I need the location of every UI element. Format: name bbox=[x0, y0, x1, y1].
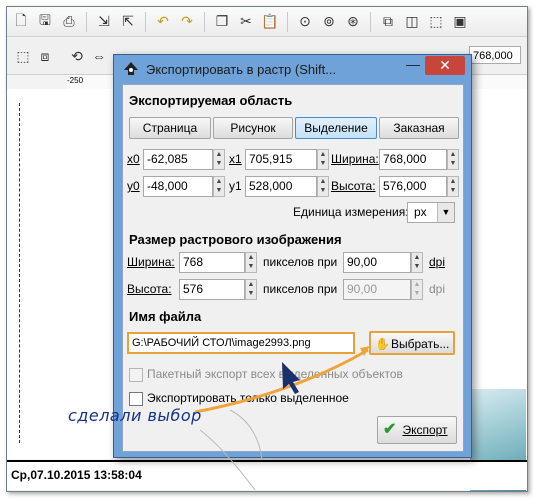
ruler-mark: -250 bbox=[67, 76, 84, 85]
group-icon[interactable]: ▣ bbox=[450, 12, 470, 32]
toolbar-divider bbox=[204, 11, 205, 32]
rotate-icon[interactable]: ⟲ bbox=[67, 46, 87, 66]
undo-icon[interactable]: ↶ bbox=[153, 12, 173, 32]
bitmap-height-label: Высота: bbox=[127, 282, 172, 296]
area-width-label: Ширина: bbox=[331, 152, 379, 166]
redo-icon[interactable]: ↷ bbox=[177, 12, 197, 32]
status-datetime: Ср,07.10.2015 13:58:04 bbox=[11, 468, 142, 482]
pixels-at-label-2: пикселов при bbox=[263, 282, 338, 296]
y0-label: y0 bbox=[127, 179, 140, 193]
dpi-input-disabled: 90,00 bbox=[343, 279, 411, 300]
zoom-drawing-icon[interactable]: ⊚ bbox=[319, 12, 339, 32]
area-height-label: Высота: bbox=[331, 179, 376, 193]
dialog-body: Экспортируемая область Страница Рисунок … bbox=[122, 84, 464, 452]
save-icon[interactable]: 🖫 bbox=[35, 12, 55, 32]
minimize-button[interactable]: — bbox=[401, 57, 425, 75]
y1-spinner[interactable]: ▲ ▼ bbox=[317, 176, 329, 197]
toolbar-divider bbox=[287, 11, 288, 32]
area-page-button[interactable]: Страница bbox=[129, 117, 211, 139]
cut-icon[interactable]: ✂ bbox=[236, 12, 256, 32]
status-bar: Ср,07.10.2015 13:58:04 bbox=[7, 460, 527, 490]
chevron-down-icon: ▼ bbox=[437, 203, 454, 222]
area-custom-button[interactable]: Заказная bbox=[379, 117, 459, 139]
area-drawing-button[interactable]: Рисунок bbox=[213, 117, 293, 139]
bitmap-width-input[interactable]: 768 bbox=[179, 252, 245, 273]
dpi-unit: dpi bbox=[429, 255, 446, 269]
area-width-input[interactable]: 768,000 bbox=[379, 149, 447, 170]
dialog-title: Экспортировать в растр (Shift... bbox=[146, 61, 337, 77]
x1-label: x1 bbox=[229, 152, 242, 166]
bitmap-size-heading: Размер растрового изображения bbox=[129, 232, 342, 247]
area-width-spinner[interactable]: ▲ ▼ bbox=[447, 149, 459, 170]
selected-only-label: Экспортировать только выделенное bbox=[147, 391, 349, 405]
dialog-titlebar[interactable]: Экспортировать в растр (Shift... — ✕ bbox=[114, 55, 471, 83]
units-value: px bbox=[414, 205, 427, 219]
inkscape-icon bbox=[122, 60, 140, 78]
dpi-spinner-disabled: ▲ ▼ bbox=[411, 279, 423, 300]
x1-spinner[interactable]: ▲ ▼ bbox=[317, 149, 329, 170]
new-doc-icon[interactable]: 🗋 bbox=[11, 12, 31, 32]
close-button[interactable]: ✕ bbox=[425, 56, 465, 75]
zoom-page-icon[interactable]: ⊛ bbox=[343, 12, 363, 32]
dpi-spinner[interactable]: ▲ ▼ bbox=[411, 252, 423, 273]
browse-label: Выбрать... bbox=[391, 337, 450, 351]
x1-input[interactable]: 705,915 bbox=[245, 149, 317, 170]
batch-export-label: Пакетный экспорт всех выделенных объекто… bbox=[147, 367, 403, 381]
area-selection-button[interactable]: Выделение bbox=[295, 117, 377, 139]
export-button[interactable]: ✔ Экспорт bbox=[377, 416, 457, 444]
x0-spinner[interactable]: ▲ ▼ bbox=[213, 149, 225, 170]
flip-icon[interactable]: ⇔ bbox=[89, 46, 109, 66]
y1-label: y1 bbox=[229, 179, 242, 193]
filename-heading: Имя файла bbox=[129, 309, 202, 324]
units-select[interactable]: px ▼ bbox=[407, 202, 455, 223]
dpi-input[interactable]: 90,00 bbox=[343, 252, 411, 273]
annotation-text: сделали выбор bbox=[68, 406, 202, 425]
main-toolbar: 🗋 🖫 ⎙ ⇲ ⇱ ↶ ↷ ❐ ✂ 📋 ⊙ ⊚ ⊛ ⧉ ◫ ⬚ ▣ bbox=[7, 7, 527, 37]
filename-input[interactable]: G:\РАБОЧИЙ СТОЛ\image2993.png bbox=[127, 332, 355, 354]
y0-spinner[interactable]: ▲ ▼ bbox=[213, 176, 225, 197]
export-dialog: Экспортировать в растр (Shift... — ✕ Экс… bbox=[113, 54, 472, 458]
toolbar-divider bbox=[145, 11, 146, 32]
unlink-icon[interactable]: ⬚ bbox=[426, 12, 446, 32]
bitmap-height-spinner[interactable]: ▲ ▼ bbox=[245, 279, 257, 300]
dpi-unit-2: dpi bbox=[429, 282, 446, 296]
import-icon[interactable]: ⇲ bbox=[94, 12, 114, 32]
page-border bbox=[19, 103, 24, 443]
export-label: Экспорт bbox=[402, 423, 448, 437]
export-icon[interactable]: ⇱ bbox=[118, 12, 138, 32]
bitmap-width-label: Ширина: bbox=[127, 255, 175, 269]
print-icon[interactable]: ⎙ bbox=[59, 12, 79, 32]
clone-icon[interactable]: ◫ bbox=[402, 12, 422, 32]
copy-icon[interactable]: ❐ bbox=[212, 12, 232, 32]
x0-label: x0 bbox=[127, 152, 140, 166]
toolbar-divider bbox=[86, 11, 87, 32]
zoom-selection-icon[interactable]: ⊙ bbox=[295, 12, 315, 32]
units-label: Единица измерения: bbox=[293, 205, 409, 219]
y0-input[interactable]: -48,000 bbox=[143, 176, 213, 197]
y1-input[interactable]: 528,000 bbox=[245, 176, 317, 197]
area-height-input[interactable]: 576,000 bbox=[379, 176, 447, 197]
select-all-icon[interactable]: ⬚ bbox=[13, 46, 33, 66]
select-all-layers-icon[interactable]: ⧈ bbox=[35, 46, 55, 66]
x0-input[interactable]: -62,085 bbox=[143, 149, 213, 170]
browse-button[interactable]: ✋ Выбрать... bbox=[369, 331, 455, 355]
bitmap-height-input[interactable]: 576 bbox=[179, 279, 245, 300]
selected-only-checkbox[interactable] bbox=[129, 392, 143, 406]
export-area-heading: Экспортируемая область bbox=[129, 93, 293, 108]
duplicate-icon[interactable]: ⧉ bbox=[378, 12, 398, 32]
batch-export-checkbox bbox=[129, 368, 143, 382]
paste-icon[interactable]: 📋 bbox=[260, 12, 280, 32]
bitmap-width-spinner[interactable]: ▲ ▼ bbox=[245, 252, 257, 273]
area-height-spinner[interactable]: ▲ ▼ bbox=[447, 176, 459, 197]
checkmark-icon: ✔ bbox=[383, 421, 397, 438]
toolbar-divider bbox=[370, 11, 371, 32]
hand-icon: ✋ bbox=[375, 337, 390, 351]
w-field[interactable]: 768,000 bbox=[469, 46, 521, 64]
pixels-at-label: пикселов при bbox=[263, 255, 338, 269]
